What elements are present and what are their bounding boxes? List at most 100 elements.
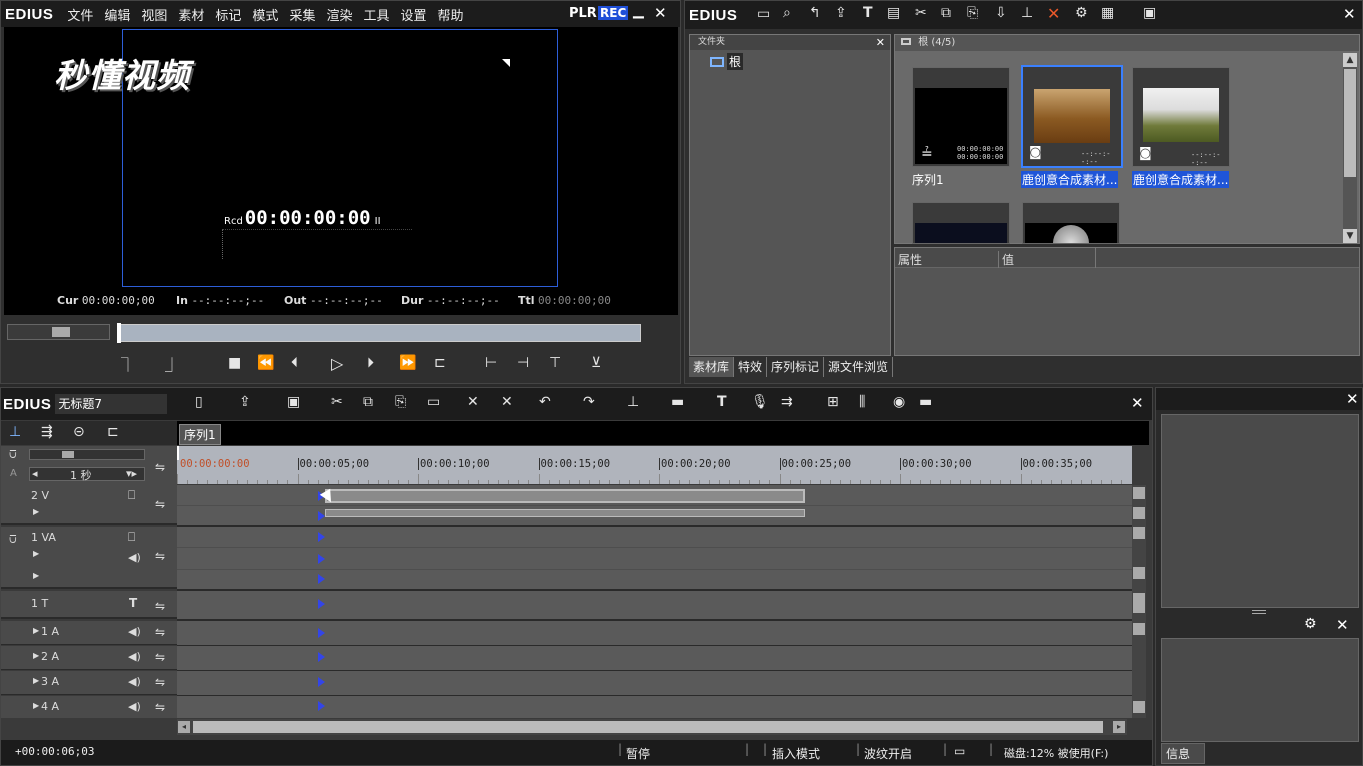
close-icon[interactable]: ✕ [1346, 390, 1359, 408]
set-out-icon[interactable]: ⏌ [165, 355, 179, 375]
status-mode[interactable]: 插入模式 [772, 745, 820, 762]
tab-info[interactable]: 信息 [1161, 743, 1205, 764]
track-header-4a[interactable]: ▶ 4 A ◀) ⇋ [1, 696, 177, 718]
clip-deer-field[interactable]: ◙ --:--:--:-- [1021, 65, 1123, 168]
speaker-icon[interactable]: ◀) [128, 551, 141, 564]
monitor-icon[interactable]: ▭ [954, 744, 965, 758]
copy-icon[interactable]: ⧉ [941, 5, 951, 21]
root-folder-item[interactable]: 根 [710, 53, 744, 70]
timeline-h-scrollbar[interactable]: ◂ ▸ [177, 719, 1127, 735]
clip-scrollbar[interactable]: ▲ ▼ [1343, 53, 1357, 243]
menu-item[interactable]: 文件 [67, 5, 93, 24]
link-icon[interactable]: ⩂ [9, 533, 17, 547]
track-header-1a[interactable]: ▶ 1 A ◀) ⇋ [1, 621, 177, 645]
track-header-3a[interactable]: ▶ 3 A ◀) ⇋ [1, 671, 177, 695]
menu-item[interactable]: 渲染 [326, 5, 352, 24]
expand-icon[interactable]: ▶ [33, 571, 39, 580]
cut-icon[interactable]: ✂ [331, 394, 343, 410]
insert-icon[interactable]: ⊢ [485, 355, 497, 371]
rewind-icon[interactable]: ⏪ [257, 355, 274, 371]
microphone-icon[interactable]: 🎙 [751, 394, 769, 410]
save-icon[interactable]: ▣ [287, 394, 300, 410]
video-preview[interactable]: 秒懂视频 Rcd 00:00:00:00 II Cur 00:00:00;00 … [4, 27, 678, 315]
sync-mode-icon[interactable]: ⊝ [73, 424, 85, 440]
lane-scrollbar[interactable] [1132, 485, 1146, 718]
menu-item[interactable]: 素材 [178, 5, 204, 24]
sync-icon[interactable]: ⇋ [155, 599, 165, 613]
cut-icon[interactable]: ✂ [915, 5, 927, 21]
undo-icon[interactable]: ↶ [539, 394, 551, 410]
clip-ghost[interactable] [325, 489, 805, 503]
copy-icon[interactable]: ⧉ [363, 394, 373, 410]
video-track-icon[interactable]: ⎕ [128, 530, 135, 545]
step-forward-icon[interactable]: ⏵ [367, 355, 374, 371]
track-header-1t[interactable]: 1 T T ⇋ [1, 591, 177, 619]
title-icon[interactable]: T [717, 394, 727, 410]
h-scroll-thumb[interactable] [193, 721, 1103, 733]
folder-icon[interactable]: ▭ [757, 6, 770, 22]
open-project-icon[interactable]: ⇪ [239, 394, 251, 410]
track-header-1va[interactable]: ⩂ 1 VA ⎕ ◀) ▶ ▶ ⇋ [1, 527, 177, 589]
close-icon[interactable]: ✕ [876, 35, 885, 50]
project-name[interactable]: 无标题7 [55, 394, 168, 414]
sync-icon[interactable]: ⇋ [155, 675, 165, 689]
ripple-delete-icon[interactable]: ✕ [501, 394, 513, 410]
menu-item[interactable]: 工具 [363, 5, 389, 24]
bin-tab[interactable]: 素材库 [689, 357, 735, 377]
timeline-ruler[interactable]: 00:00:00:00 00:00:05;00 00:00:10;00 00:00:1… [177, 446, 1132, 484]
menu-item[interactable]: 设置 [400, 5, 426, 24]
close-icon[interactable]: ✕ [1336, 616, 1349, 634]
sync-icon[interactable]: ⇋ [155, 700, 165, 714]
delete-icon[interactable]: ✕ [1047, 4, 1060, 23]
paste-icon[interactable]: ⎘ [967, 5, 978, 21]
plr-indicator[interactable]: PLR [569, 6, 597, 21]
color-bar-icon[interactable]: ▤ [887, 5, 900, 21]
expand-icon[interactable]: ▶ [33, 507, 39, 516]
track-header-2v[interactable]: 2 V ⎕ ▶ ⇋ [1, 485, 177, 525]
replace-icon[interactable]: ⊤ [549, 355, 561, 371]
export-icon[interactable]: ⇉ [781, 394, 793, 410]
scroll-thumb[interactable] [1344, 69, 1356, 177]
track-header-2a[interactable]: ▶ 2 A ◀) ⇋ [1, 646, 177, 670]
delete-icon[interactable]: ✕ [467, 394, 479, 410]
speaker-icon[interactable]: ◀) [128, 650, 141, 663]
magnet-icon[interactable]: ⩂ [9, 448, 17, 462]
clip-sequence1[interactable]: ≟ 00:00:00:00 00:00:00:00 [912, 67, 1010, 167]
scrub-bar[interactable] [117, 323, 641, 343]
loop-icon[interactable]: ⊏ [434, 355, 446, 371]
bin-tab[interactable]: 特效 [734, 357, 768, 377]
send-icon[interactable]: ⊥ [1021, 5, 1033, 21]
minimize-icon[interactable]: ▁ [633, 3, 644, 19]
layout-icon[interactable]: ▬ [919, 394, 932, 410]
scrub-playhead[interactable] [117, 323, 121, 343]
menu-item[interactable]: 标记 [215, 5, 241, 24]
sync-icon[interactable]: ⇋ [155, 650, 165, 664]
speaker-icon[interactable]: ◀) [128, 675, 141, 688]
add-to-timeline-icon[interactable]: ⇩ [995, 5, 1007, 21]
shuttle-handle[interactable] [52, 327, 70, 337]
fast-forward-icon[interactable]: ⏩ [399, 355, 416, 371]
timescale-select[interactable]: ◂ 1 秒 ▾▸ [29, 467, 145, 482]
color-wheel-icon[interactable]: ◉ [893, 394, 905, 410]
menu-item[interactable]: 编辑 [104, 5, 130, 24]
step-back-icon[interactable]: ⏴ [291, 355, 298, 371]
ruler-playhead[interactable] [177, 446, 189, 460]
clip-moon[interactable] [1022, 202, 1120, 244]
play-icon[interactable]: ▷ [331, 354, 343, 373]
stop-icon[interactable]: ■ [228, 355, 241, 371]
link-mode-icon[interactable]: ⊏ [107, 424, 119, 440]
trim-icon[interactable]: ▭ [427, 394, 440, 410]
speaker-icon[interactable]: ◀) [128, 625, 141, 638]
paste-icon[interactable]: ⎘ [395, 394, 406, 410]
lock-icon[interactable]: A [10, 468, 17, 479]
grid-icon[interactable]: ⊞ [827, 394, 839, 410]
expand-icon[interactable]: ▶ [33, 549, 39, 558]
import-icon[interactable]: ⇪ [835, 5, 847, 21]
clip-ghost-lower[interactable] [325, 509, 805, 517]
zoom-slider[interactable] [29, 449, 145, 460]
clip-space[interactable] [912, 202, 1010, 244]
set-in-icon[interactable]: ⏋ [121, 355, 135, 375]
redo-icon[interactable]: ↷ [583, 394, 595, 410]
bin-tab[interactable]: 源文件浏览 [824, 357, 894, 377]
output-icon[interactable]: ⊻ [591, 355, 601, 371]
